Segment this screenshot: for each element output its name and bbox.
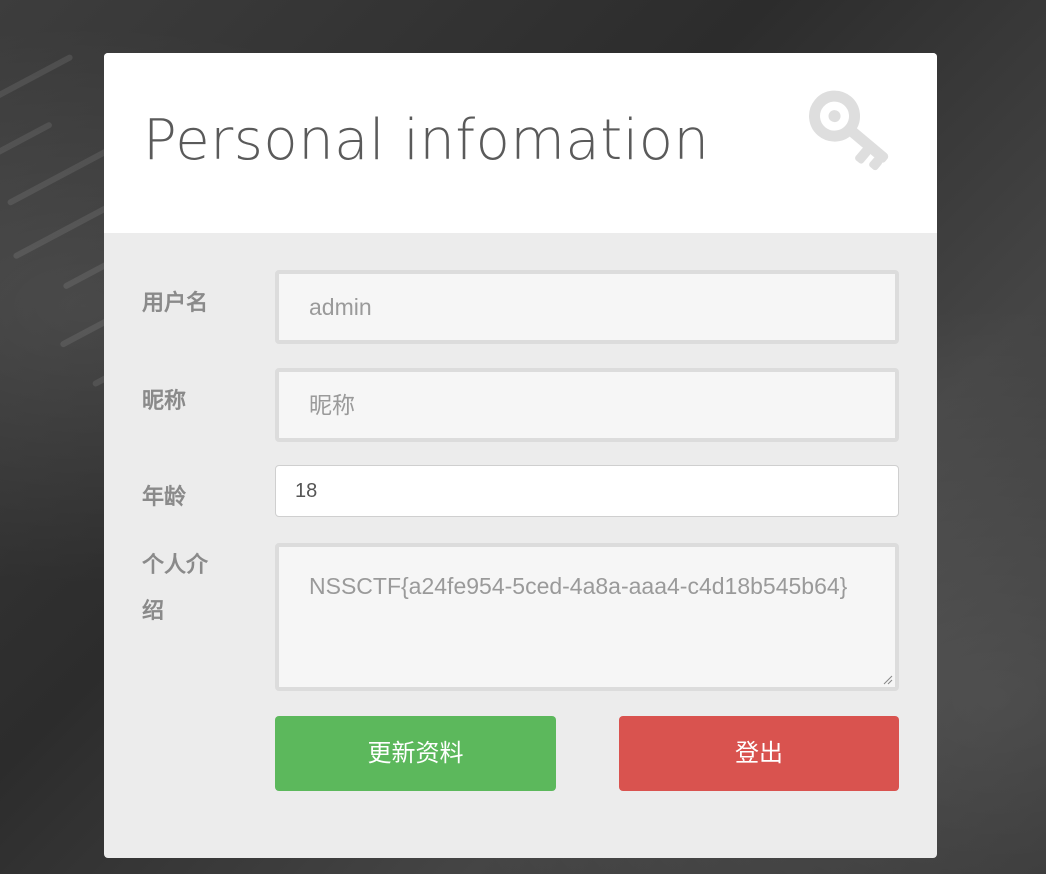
nickname-field[interactable]: 昵称 <box>275 368 899 442</box>
nickname-placeholder: 昵称 <box>309 392 355 418</box>
card-header: Personal infomation <box>104 53 937 233</box>
bio-label-line2: 绍 <box>142 599 165 624</box>
username-field[interactable]: admin <box>275 270 899 344</box>
bio-label: 个人介 绍 <box>142 543 208 635</box>
bio-value: NSSCTF{a24fe954-5ced-4a8a-aaa4-c4d18b545… <box>309 573 848 599</box>
bio-label-line1: 个人介 <box>142 553 209 578</box>
bio-textarea[interactable]: NSSCTF{a24fe954-5ced-4a8a-aaa4-c4d18b545… <box>275 543 899 691</box>
age-value: 18 <box>295 480 318 502</box>
update-profile-button[interactable]: 更新资料 <box>275 716 556 791</box>
username-value: admin <box>309 294 372 320</box>
logout-button[interactable]: 登出 <box>619 716 899 791</box>
resize-grip-icon[interactable] <box>883 675 893 685</box>
username-label: 用户名 <box>142 291 209 316</box>
profile-card: Personal infomation 用户名 admin 昵称 昵称 年龄 1… <box>104 53 937 858</box>
age-label: 年龄 <box>142 485 187 510</box>
nickname-label: 昵称 <box>142 389 187 414</box>
key-icon <box>809 90 889 171</box>
page-title: Personal infomation <box>143 108 710 173</box>
age-field[interactable]: 18 <box>275 465 899 517</box>
